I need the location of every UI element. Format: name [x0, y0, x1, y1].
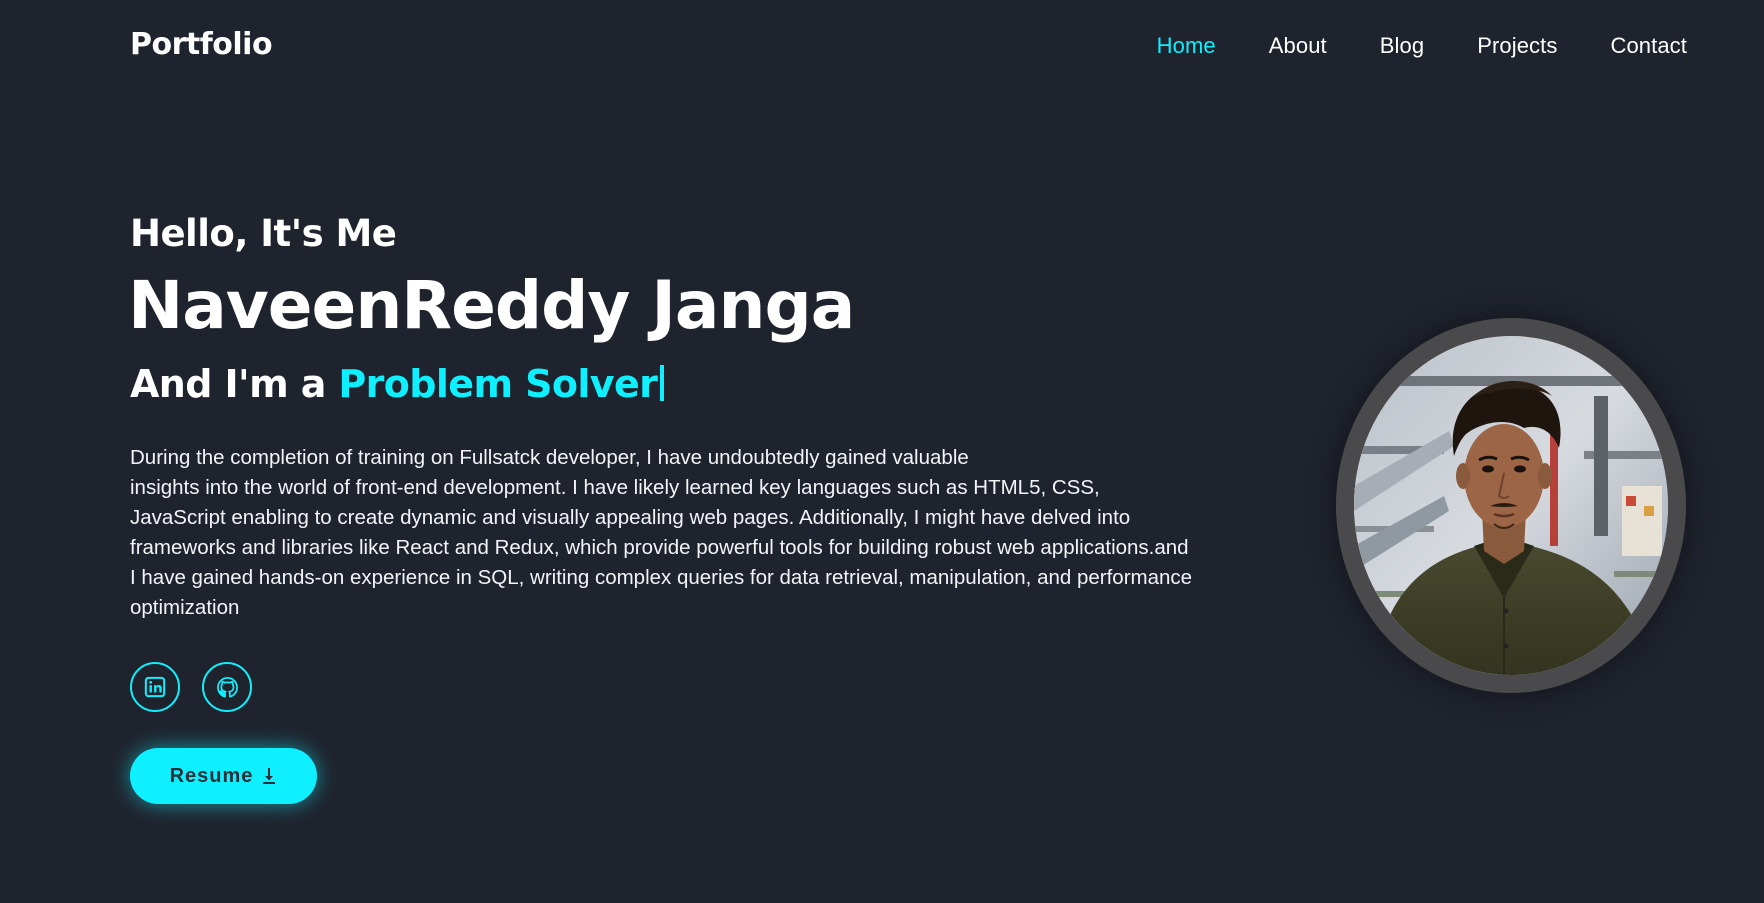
resume-button[interactable]: Resume	[130, 748, 317, 804]
social-links	[130, 662, 252, 712]
linkedin-icon	[144, 676, 166, 698]
download-icon	[263, 768, 276, 784]
main-nav: Home About Blog Projects Contact	[1104, 33, 1687, 59]
site-header: Portfolio Home About Blog Projects Conta…	[0, 0, 1764, 94]
description-line: frameworks and libraries like React and …	[130, 536, 1189, 559]
nav-home[interactable]: Home	[1157, 33, 1216, 59]
nav-blog[interactable]: Blog	[1380, 33, 1424, 59]
description-line: I have gained hands-on experience in SQL…	[130, 566, 1193, 589]
typing-caret	[660, 365, 665, 401]
logo[interactable]: Portfolio	[130, 27, 273, 62]
resume-label: Resume	[169, 764, 254, 787]
github-icon	[216, 676, 238, 697]
profile-photo	[1354, 336, 1668, 675]
github-link[interactable]	[202, 662, 252, 712]
linkedin-link[interactable]	[130, 662, 180, 712]
hero-name: NaveenReddy Janga	[128, 267, 855, 344]
nav-contact[interactable]: Contact	[1610, 33, 1687, 59]
nav-projects[interactable]: Projects	[1477, 33, 1557, 59]
nav-about[interactable]: About	[1269, 33, 1327, 59]
description-line: During the completion of training on Ful…	[130, 446, 969, 469]
avatar-frame	[1336, 318, 1686, 693]
greeting: Hello, It's Me	[130, 212, 397, 255]
hero-description: During the completion of training on Ful…	[130, 443, 1310, 623]
role-line: And I'm a Problem Solver	[130, 362, 665, 406]
description-line: optimization	[130, 596, 240, 619]
description-line: JavaScript enabling to create dynamic an…	[130, 506, 1131, 529]
description-line: insights into the world of front-end dev…	[130, 476, 1100, 499]
avatar	[1354, 336, 1668, 675]
role-text: Problem Solver	[338, 362, 658, 406]
role-prefix: And I'm a	[130, 362, 326, 406]
